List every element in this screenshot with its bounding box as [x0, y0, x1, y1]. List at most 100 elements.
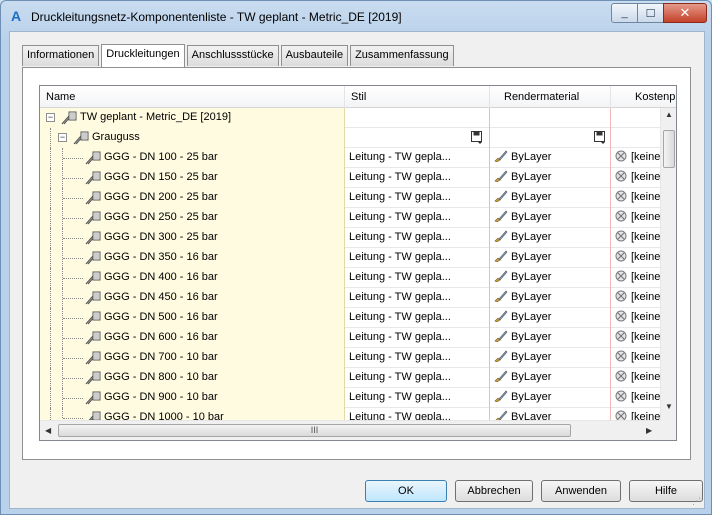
- column-header-name[interactable]: Name: [40, 86, 345, 108]
- close-button[interactable]: ✕: [663, 3, 707, 23]
- tab-informationen[interactable]: Informationen: [22, 45, 100, 66]
- table-row[interactable]: GGG - DN 600 - 16 bar Leitung - TW gepla.…: [40, 328, 660, 348]
- cell-kostenpunkt[interactable]: [keine: [611, 408, 660, 420]
- cell-name: GGG - DN 700 - 10 bar: [40, 348, 345, 368]
- maximize-button[interactable]: ☐: [637, 3, 664, 23]
- cell-stil[interactable]: Leitung - TW gepla...: [345, 268, 490, 288]
- cell-kostenpunkt[interactable]: [keine: [611, 168, 660, 188]
- cell-rendermaterial[interactable]: ByLayer: [490, 348, 611, 368]
- column-header-kostenpunkt[interactable]: Kostenpu: [611, 86, 676, 108]
- table-row[interactable]: GGG - DN 700 - 10 bar Leitung - TW gepla.…: [40, 348, 660, 368]
- cell-rendermaterial[interactable]: ByLayer: [490, 288, 611, 308]
- scroll-down-icon[interactable]: ▼: [665, 402, 673, 411]
- cancel-button[interactable]: Abbrechen: [455, 480, 533, 502]
- cell-stil[interactable]: Leitung - TW gepla...: [345, 328, 490, 348]
- save-icon[interactable]: [471, 131, 483, 144]
- cell-kostenpunkt[interactable]: [keine: [611, 208, 660, 228]
- cell-rendermaterial[interactable]: ByLayer: [490, 168, 611, 188]
- cell-rendermaterial[interactable]: ByLayer: [490, 328, 611, 348]
- table-row[interactable]: GGG - DN 500 - 16 bar Leitung - TW gepla.…: [40, 308, 660, 328]
- table-row[interactable]: GGG - DN 150 - 25 bar Leitung - TW gepla.…: [40, 168, 660, 188]
- render-material-value: ByLayer: [511, 291, 552, 303]
- table-row[interactable]: GGG - DN 350 - 16 bar Leitung - TW gepla.…: [40, 248, 660, 268]
- cell-rendermaterial[interactable]: ByLayer: [490, 388, 611, 408]
- table-row[interactable]: GGG - DN 900 - 10 bar Leitung - TW gepla.…: [40, 388, 660, 408]
- tree-row-root[interactable]: − TW geplant - Metric_DE [2019]: [40, 108, 660, 128]
- title-bar[interactable]: A Druckleitungsnetz-Komponentenliste - T…: [1, 1, 711, 31]
- cell-stil[interactable]: Leitung - TW gepla...: [345, 388, 490, 408]
- vertical-scroll-thumb[interactable]: [663, 130, 675, 168]
- table-row[interactable]: GGG - DN 100 - 25 bar Leitung - TW gepla.…: [40, 148, 660, 168]
- cell-kostenpunkt[interactable]: [keine: [611, 328, 660, 348]
- save-icon[interactable]: [594, 131, 606, 144]
- pipe-part-icon: [85, 311, 101, 325]
- cell-stil[interactable]: Leitung - TW gepla...: [345, 208, 490, 228]
- cell-kostenpunkt[interactable]: [keine: [611, 148, 660, 168]
- cell-kostenpunkt[interactable]: [keine: [611, 368, 660, 388]
- cell-stil: [345, 128, 490, 148]
- cell-kostenpunkt[interactable]: [keine: [611, 308, 660, 328]
- cell-kostenpunkt[interactable]: [keine: [611, 348, 660, 368]
- cell-rendermaterial[interactable]: ByLayer: [490, 408, 611, 420]
- kostenpunkt-value: [keine: [631, 151, 660, 163]
- cell-rendermaterial[interactable]: ByLayer: [490, 248, 611, 268]
- table-row[interactable]: GGG - DN 1000 - 10 bar Leitung - TW gepla…: [40, 408, 660, 420]
- cell-stil[interactable]: Leitung - TW gepla...: [345, 188, 490, 208]
- cell-rendermaterial[interactable]: ByLayer: [490, 268, 611, 288]
- cell-rendermaterial[interactable]: ByLayer: [490, 228, 611, 248]
- render-material-value: ByLayer: [511, 411, 552, 420]
- cell-kostenpunkt[interactable]: [keine: [611, 288, 660, 308]
- cell-kostenpunkt[interactable]: [keine: [611, 188, 660, 208]
- cell-stil[interactable]: Leitung - TW gepla...: [345, 408, 490, 420]
- apply-button[interactable]: Anwenden: [541, 480, 621, 502]
- render-material-value: ByLayer: [511, 271, 552, 283]
- tab-ausbauteile[interactable]: Ausbauteile: [280, 45, 349, 66]
- tab-anschlussstuecke[interactable]: Anschlussstücke: [186, 45, 279, 66]
- horizontal-scrollbar[interactable]: ◀ III ▶: [40, 420, 660, 440]
- tab-druckleitungen[interactable]: Druckleitungen: [101, 44, 185, 67]
- cell-kostenpunkt[interactable]: [keine: [611, 248, 660, 268]
- cell-kostenpunkt[interactable]: [keine: [611, 228, 660, 248]
- cell-stil[interactable]: Leitung - TW gepla...: [345, 168, 490, 188]
- pipe-network-icon: [73, 131, 89, 145]
- column-header-stil[interactable]: Stil: [345, 86, 490, 108]
- cell-stil[interactable]: Leitung - TW gepla...: [345, 288, 490, 308]
- ok-button[interactable]: OK: [365, 480, 447, 502]
- column-header-rendermaterial[interactable]: Rendermaterial: [490, 86, 611, 108]
- tab-zusammenfassung[interactable]: Zusammenfassung: [350, 45, 454, 66]
- cell-name: GGG - DN 250 - 25 bar: [40, 208, 345, 228]
- cell-kostenpunkt: [611, 108, 660, 128]
- scroll-up-icon[interactable]: ▲: [665, 110, 673, 119]
- cell-kostenpunkt[interactable]: [keine: [611, 388, 660, 408]
- table-row[interactable]: GGG - DN 200 - 25 bar Leitung - TW gepla.…: [40, 188, 660, 208]
- collapse-icon[interactable]: −: [46, 113, 55, 122]
- tree-row-group[interactable]: − Grauguss: [40, 128, 660, 148]
- horizontal-scroll-thumb[interactable]: III: [58, 424, 571, 437]
- cell-rendermaterial[interactable]: ByLayer: [490, 208, 611, 228]
- pipe-part-icon: [85, 291, 101, 305]
- cell-stil[interactable]: Leitung - TW gepla...: [345, 148, 490, 168]
- table-row[interactable]: GGG - DN 250 - 25 bar Leitung - TW gepla.…: [40, 208, 660, 228]
- scroll-left-icon[interactable]: ◀: [45, 426, 51, 435]
- cell-rendermaterial[interactable]: ByLayer: [490, 188, 611, 208]
- scroll-right-icon[interactable]: ▶: [646, 426, 652, 435]
- vertical-scrollbar[interactable]: ▲ ▼: [660, 108, 676, 420]
- cell-stil[interactable]: Leitung - TW gepla...: [345, 248, 490, 268]
- cell-rendermaterial[interactable]: ByLayer: [490, 368, 611, 388]
- resize-grip-icon[interactable]: ⋰: [692, 496, 702, 506]
- cell-stil[interactable]: Leitung - TW gepla...: [345, 348, 490, 368]
- table-row[interactable]: GGG - DN 800 - 10 bar Leitung - TW gepla.…: [40, 368, 660, 388]
- cell-rendermaterial[interactable]: ByLayer: [490, 148, 611, 168]
- table-row[interactable]: GGG - DN 300 - 25 bar Leitung - TW gepla.…: [40, 228, 660, 248]
- cell-stil[interactable]: Leitung - TW gepla...: [345, 368, 490, 388]
- collapse-icon[interactable]: −: [58, 133, 67, 142]
- cell-kostenpunkt[interactable]: [keine: [611, 268, 660, 288]
- pipe-part-icon: [85, 151, 101, 165]
- cell-stil[interactable]: Leitung - TW gepla...: [345, 308, 490, 328]
- table-row[interactable]: GGG - DN 450 - 16 bar Leitung - TW gepla.…: [40, 288, 660, 308]
- minimize-button[interactable]: _: [611, 3, 638, 23]
- cell-stil[interactable]: Leitung - TW gepla...: [345, 228, 490, 248]
- table-row[interactable]: GGG - DN 400 - 16 bar Leitung - TW gepla.…: [40, 268, 660, 288]
- cell-rendermaterial[interactable]: ByLayer: [490, 308, 611, 328]
- paintbrush-icon: [494, 370, 508, 382]
